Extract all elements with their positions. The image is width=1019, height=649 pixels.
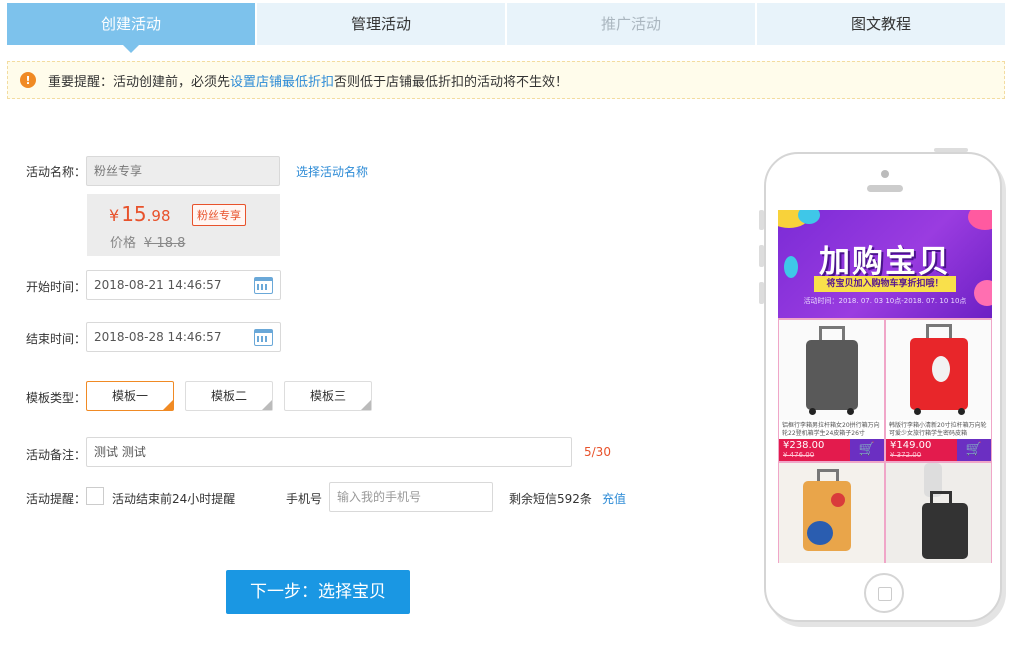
- original-price: 价格 ¥ 18.8: [110, 236, 186, 251]
- product-image: [779, 320, 884, 420]
- template-option-1[interactable]: 模板一: [86, 381, 174, 411]
- product-price-bar: ¥149.00 ¥ 372.00 🛒: [886, 439, 991, 461]
- banner-subtitle: 将宝贝加入购物车享折扣哦！: [814, 276, 956, 292]
- recharge-link[interactable]: 充值: [602, 490, 626, 507]
- product-image: [779, 463, 884, 563]
- template-option-3[interactable]: 模板三: [284, 381, 372, 411]
- phone-input[interactable]: 输入我的手机号: [329, 482, 493, 512]
- price-tag-badge: 粉丝专享: [192, 204, 246, 226]
- tab-manage-activity[interactable]: 管理活动: [257, 3, 505, 45]
- end-time-label: 结束时间：: [26, 332, 87, 346]
- notice-suffix: 否则低于店铺最低折扣的活动将不生效！: [334, 74, 569, 90]
- tab-bar: 创建活动 管理活动 推广活动 图文教程: [7, 3, 1005, 53]
- product-old-price: ¥ 476.00: [783, 451, 815, 459]
- preview-screen: 加购宝贝 将宝贝加入购物车享折扣哦！ 活动时间：2018. 07. 03 10点…: [778, 210, 992, 563]
- phone-label: 手机号: [286, 492, 323, 506]
- create-activity-page: 创建活动 管理活动 推广活动 图文教程 ! 重要提醒：活动创建前，必须先 设置店…: [0, 0, 1019, 649]
- product-old-price: ¥ 372.00: [890, 451, 922, 459]
- cart-icon[interactable]: 🛒: [957, 439, 991, 461]
- camera-dot: [881, 170, 889, 178]
- product-image: [886, 463, 991, 563]
- phone-speaker: [867, 185, 903, 192]
- product-description: 铝框行李箱男拉杆箱女20拼行箱万向轮22登机箱学生24皮箱子26寸: [782, 422, 880, 437]
- product-price: ¥149.00: [890, 440, 932, 451]
- product-card[interactable]: [779, 463, 884, 563]
- reminder-checkbox-label[interactable]: 活动结束前24小时提醒: [112, 490, 235, 507]
- product-price-bar: ¥238.00 ¥ 476.00 🛒: [779, 439, 884, 461]
- template-type-label: 模板类型：: [26, 391, 87, 405]
- sms-remaining: 剩余短信592条: [509, 492, 592, 506]
- end-time-input[interactable]: 2018-08-28 14:46:57: [86, 322, 281, 352]
- cart-icon[interactable]: 🛒: [850, 439, 884, 461]
- remark-char-counter: 5/30: [584, 445, 611, 459]
- preview-banner: 加购宝贝 将宝贝加入购物车享折扣哦！ 活动时间：2018. 07. 03 10点…: [778, 210, 992, 318]
- tab-tutorial[interactable]: 图文教程: [757, 3, 1005, 45]
- product-price: ¥238.00: [783, 440, 825, 451]
- product-card[interactable]: 铝框行李箱男拉杆箱女20拼行箱万向轮22登机箱学生24皮箱子26寸 ¥238.0…: [779, 320, 884, 461]
- notice-prefix: 重要提醒：活动创建前，必须先: [48, 74, 231, 90]
- phone-home-button: [864, 573, 904, 613]
- product-image: [886, 320, 991, 420]
- activity-name-label: 活动名称：: [26, 165, 87, 179]
- product-card[interactable]: 韩版行李箱小清新20寸拉杆箱万向轮可爱少女旅行箱学生密码皮箱 ¥149.00 ¥…: [886, 320, 991, 461]
- banner-title: 加购宝贝: [819, 244, 951, 280]
- start-time-input[interactable]: 2018-08-21 14:46:57: [86, 270, 281, 300]
- reminder-checkbox[interactable]: [86, 487, 104, 505]
- product-description: 韩版行李箱小清新20寸拉杆箱万向轮可爱少女旅行箱学生密码皮箱: [889, 422, 987, 437]
- product-card[interactable]: [886, 463, 991, 563]
- set-min-discount-link[interactable]: 设置店铺最低折扣: [230, 71, 334, 90]
- discount-price: ¥15.98: [109, 202, 171, 226]
- product-grid: 铝框行李箱男拉杆箱女20拼行箱万向轮22登机箱学生24皮箱子26寸 ¥238.0…: [778, 318, 992, 563]
- calendar-icon[interactable]: [254, 329, 273, 346]
- remark-input[interactable]: 测试 测试: [86, 437, 572, 467]
- banner-date: 活动时间：2018. 07. 03 10点-2018. 07. 10 10点: [803, 297, 967, 305]
- notice-banner: ! 重要提醒：活动创建前，必须先 设置店铺最低折扣 否则低于店铺最低折扣的活动将…: [7, 61, 1005, 99]
- next-step-button[interactable]: 下一步：选择宝贝: [226, 570, 410, 614]
- tab-promote-activity[interactable]: 推广活动: [507, 3, 755, 45]
- warning-icon: !: [20, 72, 36, 88]
- tab-create-activity[interactable]: 创建活动: [7, 3, 255, 53]
- choose-activity-name-link[interactable]: 选择活动名称: [296, 163, 368, 180]
- activity-name-input[interactable]: 粉丝专享: [86, 156, 280, 186]
- price-preview: ¥15.98 粉丝专享 价格 ¥ 18.8: [87, 194, 280, 256]
- template-option-2[interactable]: 模板二: [185, 381, 273, 411]
- reminder-label: 活动提醒：: [26, 492, 87, 506]
- start-time-label: 开始时间：: [26, 280, 87, 294]
- remark-label: 活动备注：: [26, 448, 87, 462]
- calendar-icon[interactable]: [254, 277, 273, 294]
- phone-preview: 加购宝贝 将宝贝加入购物车享折扣哦！ 活动时间：2018. 07. 03 10点…: [764, 152, 1002, 622]
